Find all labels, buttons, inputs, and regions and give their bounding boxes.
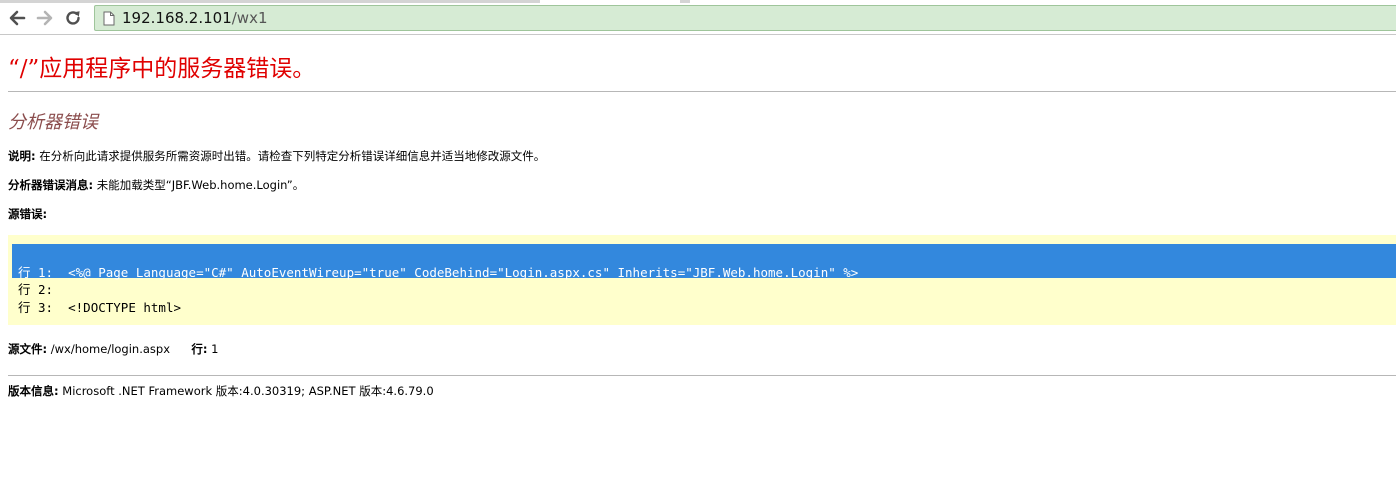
version-label: 版本信息: (8, 384, 59, 398)
source-file-label: 源文件: (8, 342, 48, 356)
page-icon (103, 11, 115, 26)
source-code-block[interactable]: 行 1: <%@ Page Language="C#" AutoEventWir… (8, 235, 1396, 325)
code-line-2: 行 2: (18, 282, 54, 297)
title-divider (8, 91, 1396, 92)
source-error-label: 源错误: (8, 207, 48, 221)
line-label: 行: (191, 342, 208, 356)
description-label: 说明: (8, 149, 36, 163)
browser-toolbar: 192.168.2.101/wx1 (0, 3, 1396, 35)
parser-message-label: 分析器错误消息: (8, 178, 94, 192)
description-line: 说明: 在分析向此请求提供服务所需资源时出错。请检查下列特定分析错误详细信息并适… (8, 148, 545, 164)
back-button[interactable] (5, 6, 29, 30)
reload-icon (66, 11, 80, 25)
version-line: 版本信息: Microsoft .NET Framework 版本:4.0.30… (8, 383, 434, 399)
version-divider (8, 375, 1396, 376)
parser-message-text: 未能加载类型“JBF.Web.home.Login”。 (96, 178, 305, 192)
url-host: 192.168.2.101 (122, 9, 232, 27)
back-arrow-icon (9, 10, 26, 26)
page-title: “/”应用程序中的服务器错误。 (8, 56, 316, 82)
description-text: 在分析向此请求提供服务所需资源时出错。请检查下列特定分析错误详细信息并适当地修改… (39, 149, 546, 163)
source-error-line: 源错误: (8, 206, 47, 222)
address-bar[interactable]: 192.168.2.101/wx1 (94, 5, 1396, 31)
forward-arrow-icon (36, 10, 53, 26)
line-value: 1 (211, 342, 219, 356)
code-line-1: 行 1: <%@ Page Language="C#" AutoEventWir… (18, 265, 859, 280)
reload-button[interactable] (61, 6, 85, 30)
source-file-line: 源文件: /wx/home/login.aspx 行: 1 (8, 341, 218, 357)
error-heading: 分析器错误 (8, 112, 98, 133)
source-file-value: /wx/home/login.aspx (50, 342, 171, 356)
url-path: /wx1 (231, 9, 268, 27)
version-text: Microsoft .NET Framework 版本:4.0.30319; A… (62, 384, 434, 398)
code-line-3: 行 3: <!DOCTYPE html> (18, 300, 182, 315)
forward-button[interactable] (33, 6, 57, 30)
parser-message-line: 分析器错误消息: 未能加载类型“JBF.Web.home.Login”。 (8, 177, 304, 193)
